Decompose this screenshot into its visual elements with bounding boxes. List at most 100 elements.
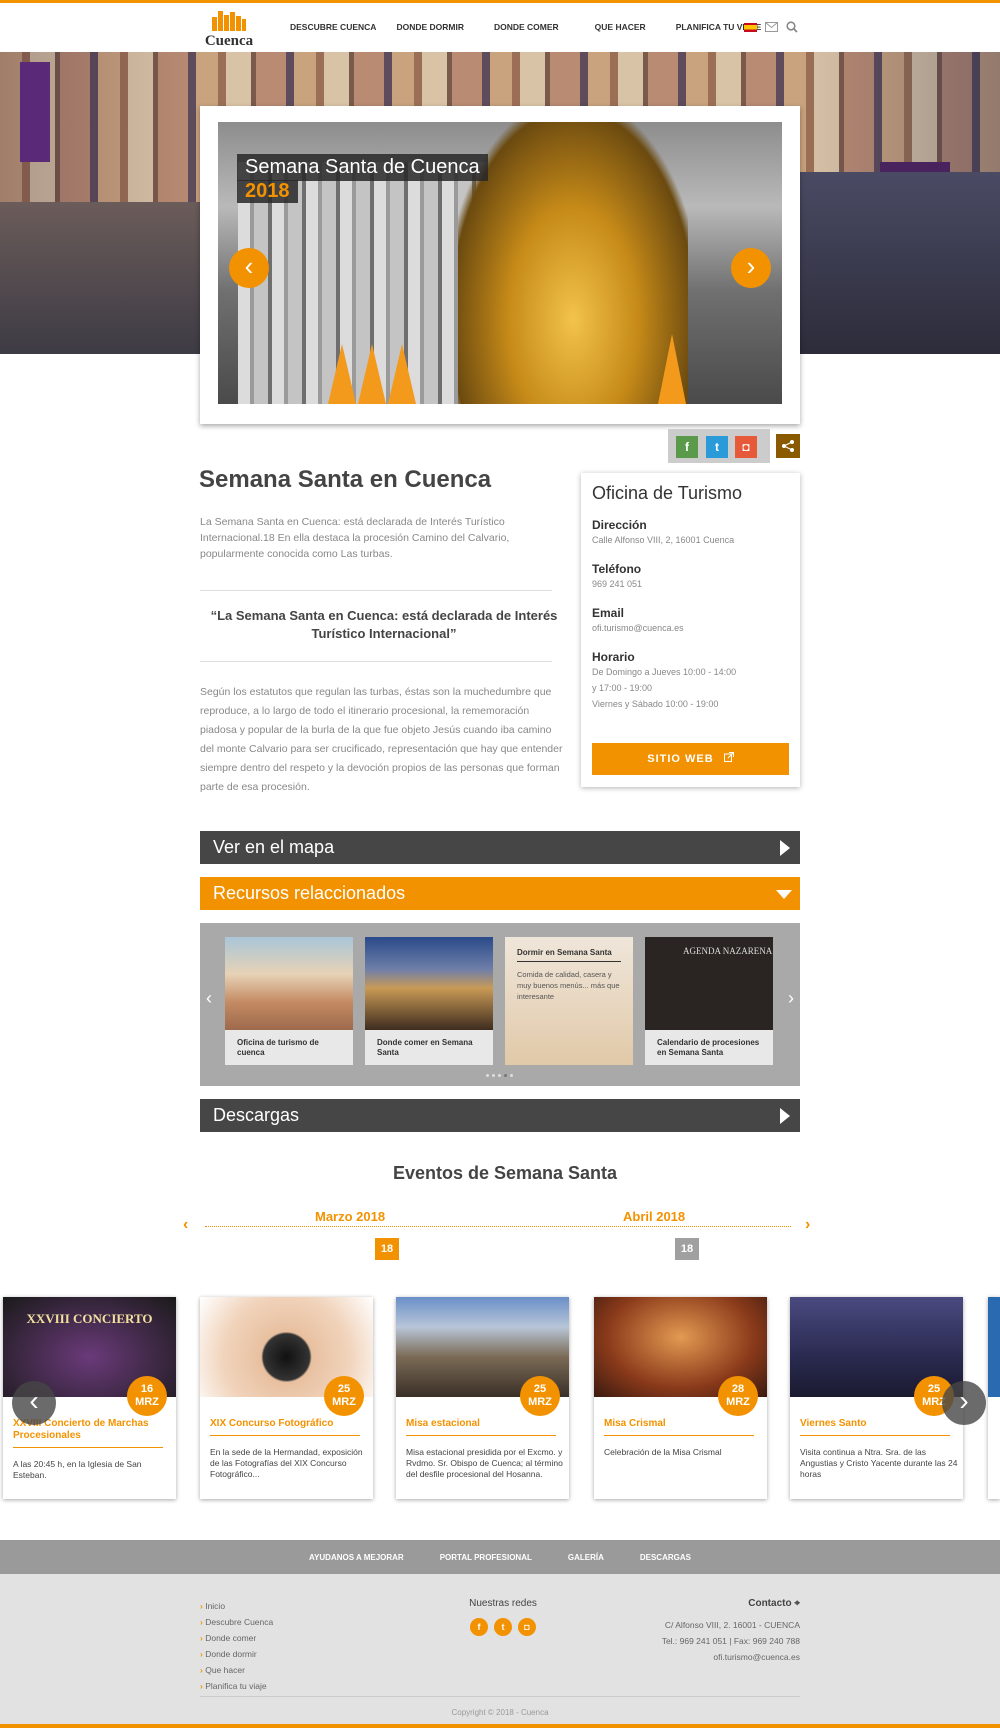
event-card-partial[interactable] xyxy=(988,1297,1000,1499)
address-label: Dirección xyxy=(592,518,647,532)
event-date-badge: 25 MRZ xyxy=(520,1376,560,1416)
search-icon[interactable] xyxy=(786,21,798,33)
event-date-badge: 16 MRZ xyxy=(127,1376,167,1416)
footer-link-planifica[interactable]: Planifica tu viaje xyxy=(200,1678,273,1694)
share-icon[interactable] xyxy=(776,434,800,458)
event-card[interactable]: 25 MRZ XIX Concurso Fotográfico En la sed… xyxy=(200,1297,373,1499)
carousel-dot[interactable] xyxy=(492,1074,495,1077)
email-value: ofi.turismo@cuenca.es xyxy=(592,623,684,633)
resources-section-label: Recursos relaccionados xyxy=(213,883,406,903)
divider xyxy=(13,1447,163,1448)
carousel-dot[interactable] xyxy=(498,1074,501,1077)
event-card[interactable]: 25 MRZ Misa estacional Misa estacional pr… xyxy=(396,1297,569,1499)
event-day: 16 xyxy=(140,1383,154,1395)
timeline-day[interactable]: 18 xyxy=(675,1238,699,1260)
cuenca-logo[interactable]: Cuenca xyxy=(200,9,258,49)
event-description: A las 20:45 h, en la Iglesia de San Este… xyxy=(13,1459,142,1480)
resource-caption: Calendario de procesiones en Semana Sant… xyxy=(657,1038,760,1057)
resource-card[interactable]: Donde comer en Semana Santa xyxy=(365,937,493,1065)
mail-icon[interactable] xyxy=(765,22,778,32)
procession-float-image xyxy=(458,122,688,404)
divider xyxy=(210,1435,360,1436)
carousel-dot[interactable] xyxy=(510,1074,513,1077)
website-button[interactable]: SITIO WEB xyxy=(592,743,789,775)
carousel-prev-icon[interactable]: ‹ xyxy=(206,988,212,1009)
office-title: Oficina de Turismo xyxy=(592,483,743,503)
contact-phone: Tel.: 969 241 051 | Fax: 969 240 788 xyxy=(661,1636,800,1646)
resource-image xyxy=(225,937,353,1030)
tourism-office-card: Oficina de Turismo Dirección Calle Alfon… xyxy=(581,473,800,787)
divider xyxy=(200,590,552,591)
footer-link-que-hacer[interactable]: Que hacer xyxy=(200,1662,273,1678)
divider xyxy=(604,1435,754,1436)
resource-overlay-text: Comida de calidad, casera y muy buenos m… xyxy=(517,970,620,1001)
map-section-bar[interactable]: Ver en el mapa xyxy=(200,831,800,864)
event-month: MRZ xyxy=(528,1396,552,1408)
footer-link-descubre-cuenca[interactable]: Descubre Cuenca xyxy=(200,1614,273,1630)
slider-next-button[interactable]: › xyxy=(731,248,771,288)
hero-banner-decoration xyxy=(20,62,50,162)
nav-donde-comer[interactable]: DONDE COMER xyxy=(494,22,559,32)
downloads-section-bar[interactable]: Descargas xyxy=(200,1099,800,1132)
nazareno-hood xyxy=(388,344,416,404)
twitter-share-button[interactable]: t xyxy=(706,436,728,458)
footer-nav-descargas[interactable]: DESCARGAS xyxy=(640,1553,691,1562)
hours-line-2: y 17:00 - 19:00 xyxy=(592,683,653,693)
carousel-dot-active[interactable] xyxy=(504,1074,507,1077)
resource-card[interactable]: Oficina de turismo de cuenca xyxy=(225,937,353,1065)
twitter-icon[interactable]: t xyxy=(494,1618,512,1636)
event-month: MRZ xyxy=(135,1396,159,1408)
footer-link-donde-dormir[interactable]: Donde dormir xyxy=(200,1646,273,1662)
footer-contact: Contacto ⌖ C/ Alfonso VIII, 2. 16001 - C… xyxy=(662,1598,800,1665)
footer-nav-ayudanos[interactable]: AYUDANOS A MEJORAR xyxy=(309,1553,404,1562)
footer-nav-galeria[interactable]: GALERÍA xyxy=(568,1553,604,1562)
nazareno-hood xyxy=(658,334,686,404)
instagram-icon[interactable]: ◘ xyxy=(518,1618,536,1636)
timeline-prev-icon[interactable]: ‹ xyxy=(183,1216,188,1234)
divider xyxy=(200,661,552,662)
event-card[interactable]: 25 MRZ Viernes Santo Visita continua a Nt… xyxy=(790,1297,963,1499)
carousel-next-icon[interactable]: › xyxy=(788,988,794,1009)
event-card[interactable]: 28 MRZ Misa Crismal Celebración de la Mis… xyxy=(594,1297,767,1499)
resource-card[interactable]: Dormir en Semana Santa Comida de calidad… xyxy=(505,937,633,1065)
hours-line-3: Viernes y Sábado 10:00 - 19:00 xyxy=(592,699,719,709)
resource-card[interactable]: AGENDA NAZARENA Calendario de procesione… xyxy=(645,937,773,1065)
carousel-dot[interactable] xyxy=(486,1074,489,1077)
timeline-next-icon[interactable]: › xyxy=(805,1216,810,1234)
instagram-share-button[interactable]: ◘ xyxy=(735,436,757,458)
hours-label: Horario xyxy=(592,650,635,664)
nav-donde-dormir[interactable]: DONDE DORMIR xyxy=(396,22,464,32)
logo-text: Cuenca xyxy=(204,33,254,49)
events-prev-button[interactable]: ‹ xyxy=(12,1381,56,1425)
footer-links: Inicio Descubre Cuenca Donde comer Donde… xyxy=(200,1598,273,1694)
facebook-share-button[interactable]: f xyxy=(676,436,698,458)
facebook-icon[interactable]: f xyxy=(470,1618,488,1636)
resources-section-bar[interactable]: Recursos relaccionados xyxy=(200,877,800,910)
event-date-badge: 25 MRZ xyxy=(324,1376,364,1416)
slider-title: Semana Santa de Cuenca xyxy=(237,154,488,181)
footer-link-inicio[interactable]: Inicio xyxy=(200,1598,273,1614)
event-day: 25 xyxy=(533,1383,547,1395)
event-description: En la sede de la Hermandad, exposición d… xyxy=(210,1447,363,1479)
bottom-accent-line xyxy=(0,1724,1000,1728)
timeline-month[interactable]: Marzo 2018 xyxy=(315,1209,385,1224)
external-link-icon xyxy=(723,752,734,762)
resource-image-text: AGENDA NAZARENA xyxy=(683,946,773,956)
nav-descubre-cuenca[interactable]: DESCUBRE CUENCA xyxy=(290,22,376,32)
footer-nav-portal-profesional[interactable]: PORTAL PROFESIONAL xyxy=(440,1553,532,1562)
main-nav: DESCUBRE CUENCA DONDE DORMIR DONDE COMER… xyxy=(290,22,761,32)
share-glyph-icon xyxy=(782,440,794,452)
article-intro: La Semana Santa en Cuenca: está declarad… xyxy=(200,516,510,560)
slider-prev-button[interactable]: ‹ xyxy=(229,248,269,288)
footer-link-donde-comer[interactable]: Donde comer xyxy=(200,1630,273,1646)
spain-flag-icon[interactable] xyxy=(744,22,757,32)
contact-email[interactable]: ofi.turismo@cuenca.es xyxy=(662,1649,800,1665)
timeline-month[interactable]: Abril 2018 xyxy=(623,1209,685,1224)
event-day: 28 xyxy=(731,1383,745,1395)
footer-nav: AYUDANOS A MEJORAR PORTAL PROFESIONAL GA… xyxy=(0,1540,1000,1574)
nav-que-hacer[interactable]: QUE HACER xyxy=(595,22,646,32)
timeline-day-active[interactable]: 18 xyxy=(375,1238,399,1260)
event-month: MRZ xyxy=(332,1396,356,1408)
header-icons xyxy=(744,21,798,33)
events-next-button[interactable]: › xyxy=(942,1381,986,1425)
